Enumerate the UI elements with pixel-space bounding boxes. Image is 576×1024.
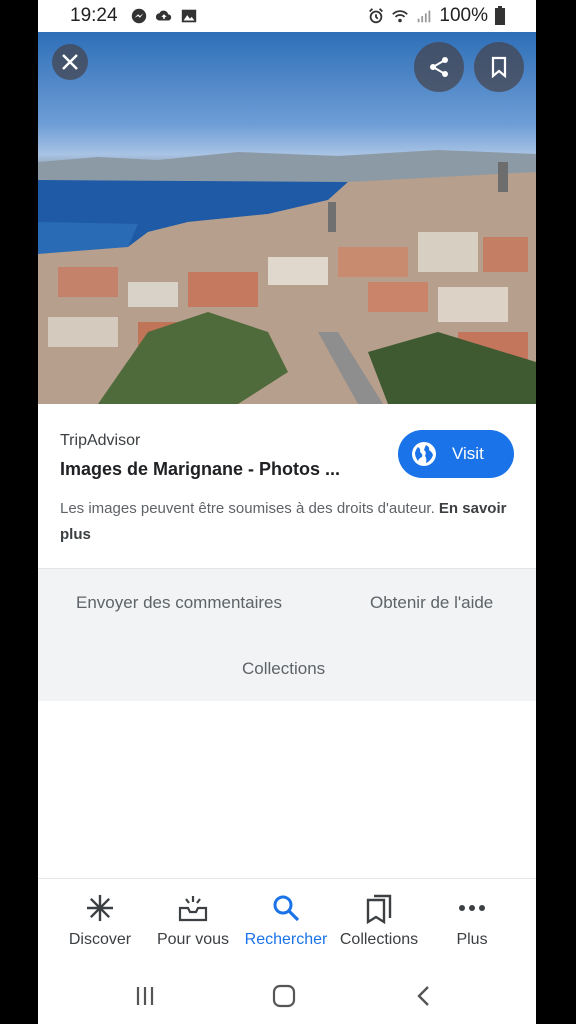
footer-links-panel: Envoyer des commentaires Obtenir de l'ai… [38,568,536,701]
back-button[interactable] [406,978,442,1014]
cloud-upload-icon [155,10,172,21]
back-icon [417,986,429,1006]
globe-icon [412,442,436,466]
visit-button[interactable]: Visit [398,430,514,478]
result-title[interactable]: Images de Marignane - Photos ... [60,459,360,480]
nav-pour-vous-label: Pour vous [156,931,230,948]
battery-percent: 100% [439,5,488,26]
notice-text: Les images peuvent être soumises à des d… [60,500,439,517]
more-dots-icon [459,905,485,911]
recent-apps-icon [136,987,154,1005]
collections-link[interactable]: Collections [242,659,325,679]
nav-plus[interactable]: Plus [424,891,520,949]
messenger-icon [131,8,147,24]
get-help-link[interactable]: Obtenir de l'aide [370,593,493,613]
close-button[interactable] [52,44,88,80]
home-icon [272,984,296,1008]
system-navigation-bar [38,968,536,1024]
nav-discover[interactable]: Discover [52,891,148,949]
search-icon [273,895,300,922]
city-photo [38,150,536,404]
nav-rechercher[interactable]: Rechercher [238,891,334,949]
home-button[interactable] [266,978,302,1014]
image-icon [181,9,197,23]
nav-collections[interactable]: Collections [331,891,427,949]
status-time: 19:24 [70,5,118,26]
nav-pour-vous[interactable]: Pour vous [145,891,241,949]
nav-discover-label: Discover [68,931,132,948]
result-details: TripAdvisor Images de Marignane - Photos… [38,404,536,568]
signal-icon [418,10,431,23]
inbox-sparkle-icon [178,896,208,922]
status-bar: 19:24 100% [38,0,536,32]
result-image[interactable] [38,32,536,404]
result-source: TripAdvisor [60,432,141,449]
phone-screen: 19:24 100% TripAdvisor Images de Marigna… [38,0,536,1024]
wifi-icon [392,10,409,23]
share-icon [430,57,448,77]
close-icon [62,54,78,70]
recent-apps-button[interactable] [127,978,163,1014]
bookmark-button[interactable] [474,42,524,92]
asterisk-icon [87,895,113,921]
send-feedback-link[interactable]: Envoyer des commentaires [76,593,282,613]
nav-plus-label: Plus [456,931,488,948]
bookmark-icon [491,56,507,78]
alarm-icon [369,8,384,24]
copyright-notice: Les images peuvent être soumises à des d… [60,496,516,548]
visit-label: Visit [452,444,484,463]
nav-rechercher-label: Rechercher [244,931,328,948]
collections-icon [366,894,392,924]
battery-icon [495,6,505,25]
nav-collections-label: Collections [339,931,419,948]
bottom-navigation: Discover Pour vous Rechercher Collection… [38,878,536,969]
share-button[interactable] [414,42,464,92]
